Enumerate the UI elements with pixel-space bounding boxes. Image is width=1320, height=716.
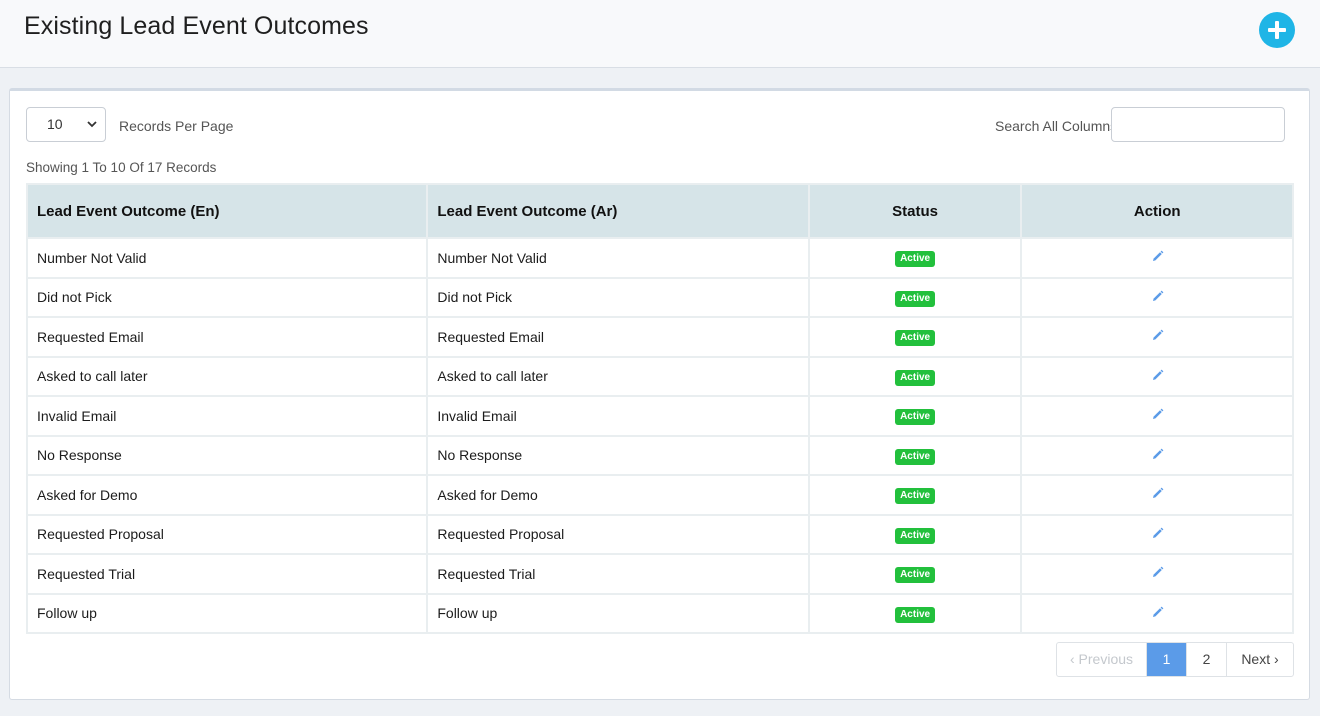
page-1-button[interactable]: 1 <box>1146 643 1186 676</box>
column-header-action: Action <box>1020 183 1294 239</box>
records-per-page-label: Records Per Page <box>119 118 234 134</box>
status-badge: Active <box>895 330 936 347</box>
status-cell: Active <box>807 355 1023 397</box>
status-badge: Active <box>895 251 936 268</box>
outcome-en-cell: Requested Trial <box>25 553 429 595</box>
add-outcome-button[interactable] <box>1259 12 1295 48</box>
status-badge: Active <box>895 606 936 623</box>
outcome-ar-cell: Asked to call later <box>426 355 810 397</box>
outcome-ar-cell: Requested Proposal <box>426 513 810 555</box>
next-page-button[interactable]: Next › <box>1226 643 1293 676</box>
plus-circle-icon <box>1268 21 1286 39</box>
table-row: Requested Proposal Requested Proposal Acti… <box>25 513 1294 555</box>
previous-page-label: Previous <box>1078 651 1134 667</box>
column-header-outcome-ar[interactable]: Lead Event Outcome (Ar) <box>426 183 810 239</box>
table-row: Requested Email Requested Email Active <box>25 316 1294 358</box>
previous-page-button[interactable]: ‹ Previous <box>1057 643 1146 676</box>
outcome-en-cell: Asked to call later <box>25 355 429 397</box>
status-cell: Active <box>807 237 1023 279</box>
status-cell: Active <box>807 592 1023 634</box>
outcome-en-cell: Asked for Demo <box>25 474 429 516</box>
outcome-ar-cell: Invalid Email <box>426 395 810 437</box>
table-row: Asked to call later Asked to call later Ac… <box>25 355 1294 397</box>
status-badge: Active <box>895 488 936 505</box>
next-page-label: Next <box>1241 651 1271 667</box>
pencil-icon[interactable] <box>1151 408 1164 424</box>
chevron-right-icon: › <box>1270 651 1279 667</box>
chevron-down-icon <box>87 121 97 128</box>
pencil-icon[interactable] <box>1151 487 1164 503</box>
outcome-ar-cell: Requested Trial <box>426 553 810 595</box>
pencil-icon[interactable] <box>1151 369 1164 385</box>
column-header-outcome-en[interactable]: Lead Event Outcome (En) <box>25 183 429 239</box>
pencil-icon[interactable] <box>1151 250 1164 266</box>
page-header: Existing Lead Event Outcomes <box>0 0 1320 68</box>
outcome-en-cell: Invalid Email <box>25 395 429 437</box>
action-cell <box>1020 237 1294 279</box>
outcome-en-cell: Number Not Valid <box>25 237 429 279</box>
action-cell <box>1020 276 1294 318</box>
action-cell <box>1020 553 1294 595</box>
status-cell: Active <box>807 434 1023 476</box>
page-2-button[interactable]: 2 <box>1186 643 1226 676</box>
outcome-ar-cell: No Response <box>426 434 810 476</box>
pencil-icon[interactable] <box>1151 566 1164 582</box>
table-row: Requested Trial Requested Trial Active <box>25 553 1294 595</box>
table-row: Number Not Valid Number Not Valid Active <box>25 237 1294 279</box>
pencil-icon[interactable] <box>1151 329 1164 345</box>
page-title: Existing Lead Event Outcomes <box>24 12 369 40</box>
outcome-ar-cell: Requested Email <box>426 316 810 358</box>
status-badge: Active <box>895 369 936 386</box>
status-badge: Active <box>895 527 936 544</box>
action-cell <box>1020 395 1294 437</box>
table-row: Did not Pick Did not Pick Active <box>25 276 1294 318</box>
action-cell <box>1020 316 1294 358</box>
column-header-status[interactable]: Status <box>807 183 1023 239</box>
table-row: Asked for Demo Asked for Demo Active <box>25 474 1294 516</box>
outcome-en-cell: No Response <box>25 434 429 476</box>
status-badge: Active <box>895 409 936 426</box>
search-label: Search All Columns <box>995 118 1118 134</box>
action-cell <box>1020 474 1294 516</box>
status-cell: Active <box>807 553 1023 595</box>
search-input[interactable] <box>1111 107 1285 142</box>
records-per-page-select[interactable]: 10 <box>26 107 106 142</box>
table-row: Follow up Follow up Active <box>25 592 1294 634</box>
status-cell: Active <box>807 276 1023 318</box>
outcome-en-cell: Follow up <box>25 592 429 634</box>
status-cell: Active <box>807 316 1023 358</box>
action-cell <box>1020 434 1294 476</box>
outcome-ar-cell: Did not Pick <box>426 276 810 318</box>
status-cell: Active <box>807 395 1023 437</box>
table-header-row: Lead Event Outcome (En) Lead Event Outco… <box>25 183 1294 239</box>
outcome-ar-cell: Number Not Valid <box>426 237 810 279</box>
outcome-ar-cell: Follow up <box>426 592 810 634</box>
outcome-en-cell: Did not Pick <box>25 276 429 318</box>
action-cell <box>1020 592 1294 634</box>
status-cell: Active <box>807 474 1023 516</box>
status-badge: Active <box>895 567 936 584</box>
outcomes-card: 10 Records Per Page Search All Columns S… <box>9 88 1310 700</box>
status-badge: Active <box>895 290 936 307</box>
action-cell <box>1020 513 1294 555</box>
status-badge: Active <box>895 448 936 465</box>
table-row: No Response No Response Active <box>25 434 1294 476</box>
records-per-page-value: 10 <box>47 116 63 132</box>
outcome-ar-cell: Asked for Demo <box>426 474 810 516</box>
status-cell: Active <box>807 513 1023 555</box>
pencil-icon[interactable] <box>1151 290 1164 306</box>
pencil-icon[interactable] <box>1151 606 1164 622</box>
chevron-left-icon: ‹ <box>1069 651 1079 667</box>
action-cell <box>1020 355 1294 397</box>
outcome-en-cell: Requested Proposal <box>25 513 429 555</box>
outcomes-table: Lead Event Outcome (En) Lead Event Outco… <box>25 183 1294 634</box>
pencil-icon[interactable] <box>1151 448 1164 464</box>
pagination: ‹ Previous 1 2 Next › <box>1056 642 1294 677</box>
pencil-icon[interactable] <box>1151 527 1164 543</box>
records-summary: Showing 1 To 10 Of 17 Records <box>26 160 217 175</box>
table-row: Invalid Email Invalid Email Active <box>25 395 1294 437</box>
outcome-en-cell: Requested Email <box>25 316 429 358</box>
